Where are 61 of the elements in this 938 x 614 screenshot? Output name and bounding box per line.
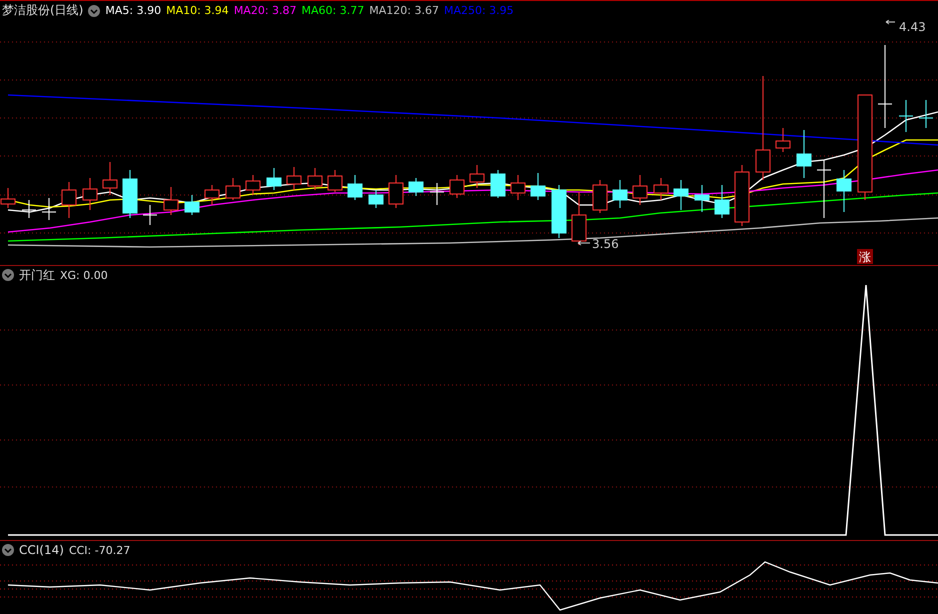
indicator-title: 开门红 bbox=[19, 266, 55, 284]
candlestick bbox=[368, 190, 384, 208]
indicator-reading: CCI: -70.27 bbox=[68, 544, 130, 556]
chevron-down-icon[interactable] bbox=[88, 4, 100, 16]
candlestick bbox=[654, 178, 668, 200]
chevron-down-icon[interactable] bbox=[2, 269, 14, 281]
candlestick bbox=[530, 172, 546, 200]
candlestick bbox=[408, 178, 424, 196]
candlestick bbox=[184, 194, 200, 216]
candlestick bbox=[226, 178, 240, 200]
candlestick bbox=[204, 184, 220, 206]
candlestick bbox=[674, 180, 688, 210]
candlestick bbox=[308, 168, 322, 190]
rise-badge: 涨 bbox=[857, 249, 873, 264]
candlestick bbox=[22, 200, 36, 218]
candlestick bbox=[694, 184, 710, 212]
candlestick bbox=[348, 174, 362, 200]
candlestick bbox=[490, 170, 506, 198]
candlestick bbox=[142, 204, 158, 226]
candlestick bbox=[918, 100, 934, 128]
candlestick bbox=[714, 184, 730, 218]
candlestick bbox=[612, 180, 628, 208]
low-price-label: 3.56 bbox=[592, 237, 619, 251]
candlestick bbox=[102, 162, 118, 196]
indicator-title: CCI(14) bbox=[19, 543, 64, 557]
candlestick bbox=[430, 182, 444, 206]
candlestick bbox=[592, 180, 608, 214]
candlestick bbox=[796, 130, 812, 178]
candlestick bbox=[82, 178, 98, 210]
chevron-down-icon[interactable] bbox=[2, 544, 14, 556]
indicator-reading: XG: 0.00 bbox=[60, 268, 108, 282]
candlestick bbox=[898, 100, 914, 132]
ma-legend-label: MA20: 3.87 bbox=[234, 4, 297, 17]
candlestick bbox=[388, 174, 404, 208]
candlestick bbox=[572, 192, 586, 246]
candlestick bbox=[836, 170, 852, 212]
ma-legend-label: MA10: 3.94 bbox=[166, 4, 229, 17]
candlestick bbox=[62, 182, 76, 218]
pointer-arrow-icon bbox=[886, 20, 896, 24]
candlestick bbox=[42, 198, 56, 220]
ma-legend-label: MA60: 3.77 bbox=[302, 4, 364, 17]
ma-legend-label: MA120: 3.67 bbox=[369, 4, 439, 17]
candlestick bbox=[470, 164, 484, 188]
candlestick bbox=[246, 174, 260, 196]
candlestick bbox=[552, 184, 566, 238]
candlestick bbox=[734, 164, 750, 226]
candlestick bbox=[164, 186, 178, 216]
candlestick bbox=[632, 174, 648, 206]
candlestick bbox=[776, 128, 790, 152]
ma-legend-label: MA5: 3.90 bbox=[105, 4, 162, 17]
candlestick bbox=[816, 160, 832, 218]
candlestick bbox=[450, 174, 464, 198]
candlestick bbox=[510, 174, 526, 200]
pointer-arrow-icon bbox=[578, 240, 590, 246]
high-price-label: 4.43 bbox=[899, 20, 926, 34]
candlestick bbox=[328, 170, 342, 192]
candlestick bbox=[122, 170, 138, 218]
stock-title: 梦洁股份(日线) bbox=[2, 2, 84, 19]
ma-legend-label: MA250: 3.95 bbox=[444, 4, 514, 17]
candlestick bbox=[286, 166, 302, 190]
candlestick bbox=[266, 168, 282, 190]
